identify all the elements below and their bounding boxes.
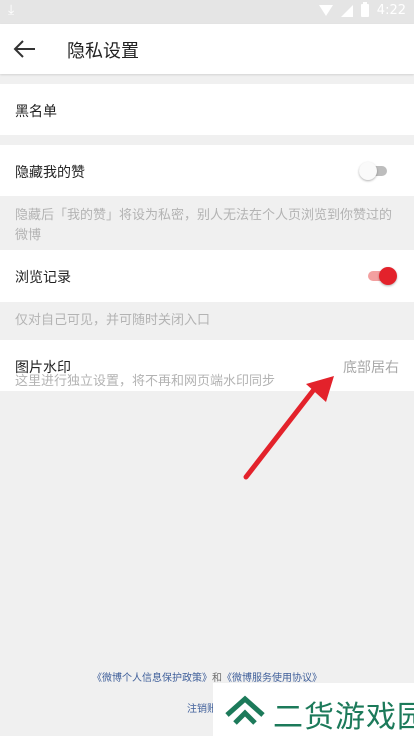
status-icons: 4:22 <box>318 2 406 18</box>
image-watermark-hint: 这里进行独立设置，将不再和网页端水印同步 <box>15 374 276 389</box>
toggle-knob <box>359 162 377 180</box>
watermark-text: 二货游戏园 <box>273 700 414 735</box>
hide-likes-hint: 隐藏后「我的赞」将设为私密，别人无法在个人页浏览到你赞过的微博 <box>15 208 393 243</box>
battery-icon <box>360 2 369 17</box>
browsing-history-hint: 仅对自己可见，并可随时关闭入口 <box>15 313 211 328</box>
browsing-history-toggle[interactable] <box>368 267 398 285</box>
blacklist-row[interactable]: 黑名单 <box>0 84 414 135</box>
status-bar: ⤓ 4:22 <box>0 0 414 24</box>
hide-likes-label: 隐藏我的赞 <box>15 165 85 181</box>
app-bar: 隐私设置 <box>0 24 414 74</box>
site-watermark: 二货游戏园 <box>213 683 414 736</box>
blacklist-label: 黑名单 <box>15 104 57 120</box>
toggle-knob <box>379 267 397 285</box>
browsing-history-row[interactable]: 浏览记录 <box>0 250 414 302</box>
watermark-logo-icon <box>225 695 265 725</box>
wifi-icon <box>318 5 333 16</box>
status-time: 4:22 <box>376 3 406 18</box>
download-icon: ⤓ <box>8 2 15 18</box>
arrow-left-icon[interactable] <box>12 37 38 61</box>
privacy-policy-link[interactable]: 《微博个人信息保护政策》 <box>92 673 212 684</box>
page-title: 隐私设置 <box>67 41 139 62</box>
signal-icon <box>340 4 353 17</box>
hide-likes-row[interactable]: 隐藏我的赞 <box>0 145 414 196</box>
hide-likes-toggle[interactable] <box>359 162 389 180</box>
footer-links: 《微博个人信息保护政策》和《微博服务使用协议》 <box>0 669 414 684</box>
browsing-history-label: 浏览记录 <box>15 270 71 286</box>
